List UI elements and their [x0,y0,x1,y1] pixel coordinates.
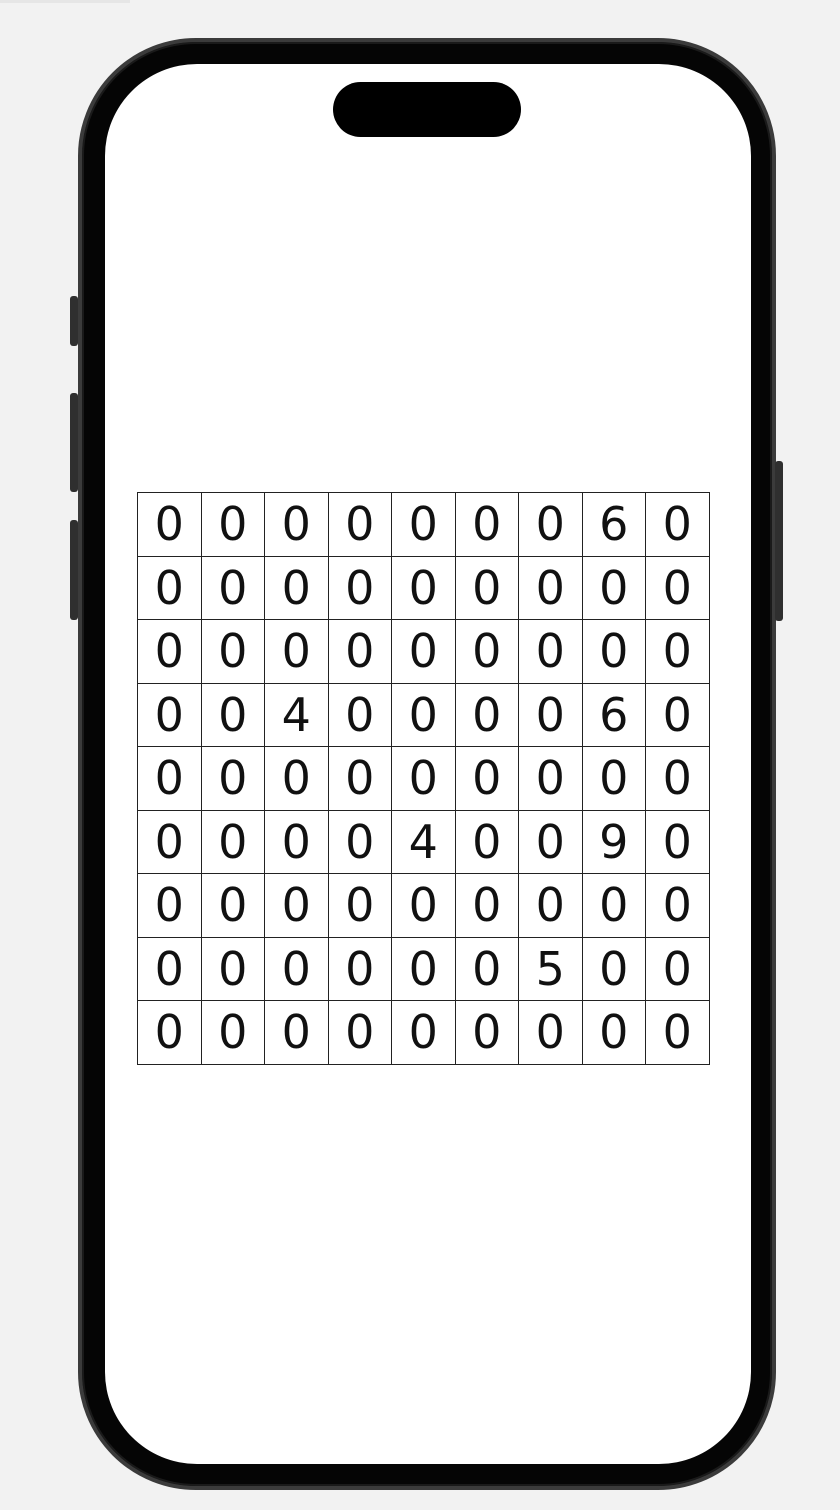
grid-row: 000000000 [137,555,710,620]
grid-cell[interactable]: 0 [391,873,456,938]
grid-cell[interactable]: 0 [581,555,646,620]
grid-cell[interactable]: 0 [518,492,583,557]
grid-cell[interactable]: 0 [454,1000,519,1065]
grid-cell[interactable]: 0 [454,619,519,684]
grid-cell[interactable]: 0 [327,555,392,620]
grid-cell[interactable]: 0 [200,809,265,874]
grid-cell[interactable]: 0 [137,746,202,811]
grid-cell[interactable]: 0 [645,873,710,938]
grid-cell[interactable]: 6 [581,492,646,557]
grid-cell[interactable]: 0 [518,619,583,684]
grid-cell[interactable]: 0 [454,492,519,557]
grid-cell[interactable]: 0 [581,936,646,1001]
grid-cell[interactable]: 0 [264,492,329,557]
grid-cell[interactable]: 0 [200,746,265,811]
grid-cell[interactable]: 0 [518,682,583,747]
dynamic-island [333,82,521,137]
grid-cell[interactable]: 0 [200,936,265,1001]
grid-cell[interactable]: 0 [200,1000,265,1065]
grid-cell[interactable]: 0 [264,1000,329,1065]
grid-cell[interactable]: 0 [264,809,329,874]
grid-cell[interactable]: 4 [391,809,456,874]
grid-cell[interactable]: 0 [264,619,329,684]
grid-cell[interactable]: 0 [645,682,710,747]
grid-row: 000000000 [137,873,710,938]
grid-cell[interactable]: 0 [327,936,392,1001]
grid-cell[interactable]: 0 [327,682,392,747]
grid-cell[interactable]: 0 [454,936,519,1001]
grid-cell[interactable]: 0 [518,1000,583,1065]
grid-cell[interactable]: 0 [137,682,202,747]
grid-cell[interactable]: 0 [137,492,202,557]
grid-cell[interactable]: 6 [581,682,646,747]
grid-cell[interactable]: 0 [264,873,329,938]
volume-down-button[interactable] [70,520,78,620]
grid-cell[interactable]: 0 [327,619,392,684]
grid-cell[interactable]: 0 [581,746,646,811]
grid-cell[interactable]: 0 [327,492,392,557]
grid-cell[interactable]: 0 [137,936,202,1001]
grid-cell[interactable]: 0 [327,873,392,938]
grid-cell[interactable]: 0 [518,809,583,874]
grid-cell[interactable]: 0 [645,619,710,684]
grid-cell[interactable]: 0 [645,809,710,874]
grid-cell[interactable]: 0 [518,873,583,938]
grid-cell[interactable]: 0 [137,1000,202,1065]
grid-cell[interactable]: 0 [391,746,456,811]
grid-row: 000000000 [137,1000,710,1065]
grid-cell[interactable]: 0 [645,1000,710,1065]
grid-cell[interactable]: 0 [137,873,202,938]
grid-cell[interactable]: 0 [454,873,519,938]
grid-cell[interactable]: 0 [264,746,329,811]
grid-row: 000000060 [137,492,710,557]
grid-cell[interactable]: 0 [137,619,202,684]
grid-row: 000000000 [137,619,710,684]
grid-cell[interactable]: 0 [200,619,265,684]
grid-cell[interactable]: 0 [391,1000,456,1065]
grid-cell[interactable]: 0 [137,555,202,620]
grid-cell[interactable]: 0 [391,492,456,557]
number-grid: 0000000600000000000000000000040000600000… [137,492,710,1065]
grid-cell[interactable]: 0 [327,809,392,874]
power-button[interactable] [775,461,783,621]
grid-cell[interactable]: 0 [200,873,265,938]
grid-cell[interactable]: 0 [645,746,710,811]
grid-cell[interactable]: 0 [454,682,519,747]
window-top-edge [0,0,130,3]
grid-cell[interactable]: 0 [645,555,710,620]
grid-cell[interactable]: 5 [518,936,583,1001]
grid-cell[interactable]: 0 [327,746,392,811]
grid-cell[interactable]: 0 [391,936,456,1001]
grid-cell[interactable]: 0 [200,492,265,557]
grid-cell[interactable]: 0 [645,492,710,557]
grid-row: 000040090 [137,809,710,874]
number-grid-body: 0000000600000000000000000000040000600000… [137,492,710,1065]
grid-row: 000000500 [137,936,710,1001]
volume-up-button[interactable] [70,393,78,492]
grid-cell[interactable]: 0 [200,682,265,747]
grid-cell[interactable]: 0 [518,746,583,811]
grid-cell[interactable]: 0 [645,936,710,1001]
grid-cell[interactable]: 0 [454,555,519,620]
grid-cell[interactable]: 0 [137,809,202,874]
grid-cell[interactable]: 0 [264,555,329,620]
grid-cell[interactable]: 0 [200,555,265,620]
grid-cell[interactable]: 4 [264,682,329,747]
grid-cell[interactable]: 0 [454,746,519,811]
grid-cell[interactable]: 0 [391,555,456,620]
grid-cell[interactable]: 0 [581,873,646,938]
grid-cell[interactable]: 0 [264,936,329,1001]
grid-cell[interactable]: 0 [391,682,456,747]
grid-cell[interactable]: 9 [581,809,646,874]
action-button[interactable] [70,296,78,346]
grid-cell[interactable]: 0 [454,809,519,874]
grid-row: 004000060 [137,682,710,747]
grid-cell[interactable]: 0 [518,555,583,620]
grid-cell[interactable]: 0 [391,619,456,684]
grid-row: 000000000 [137,746,710,811]
grid-cell[interactable]: 0 [581,1000,646,1065]
grid-cell[interactable]: 0 [581,619,646,684]
grid-cell[interactable]: 0 [327,1000,392,1065]
